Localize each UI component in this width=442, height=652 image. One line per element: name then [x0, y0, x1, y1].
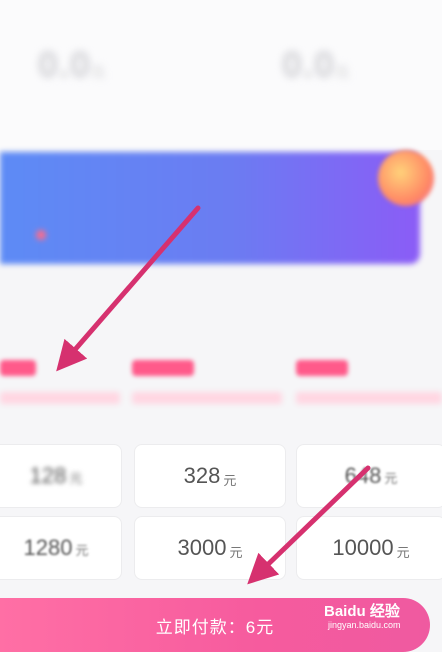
package-option[interactable] [0, 384, 120, 428]
baidu-jingyan-watermark: Baidu 经验 jingyan.baidu.com [322, 598, 442, 638]
package-badge [0, 360, 36, 376]
stat-value: 0.0 [282, 44, 336, 85]
amount-value: 128 [29, 463, 67, 488]
amount-unit: 元 [229, 544, 243, 560]
balance-stat-right: 0.0元 [282, 36, 350, 86]
amount-option-10000[interactable]: 10000 元 [296, 516, 442, 580]
amount-unit: 元 [384, 471, 398, 486]
amount-value: 3000 [177, 535, 227, 560]
amount-value: 10000 [332, 535, 394, 560]
stat-unit: 元 [335, 64, 351, 80]
amount-unit: 元 [223, 472, 237, 488]
amount-option-648[interactable]: 648 元 [296, 444, 442, 508]
amount-option-3000[interactable]: 3000 元 [134, 516, 286, 580]
package-note [132, 392, 282, 404]
pay-now-label: 立即付款：6元 [155, 617, 275, 637]
amount-value: 1280 [23, 535, 73, 560]
stat-unit: 元 [91, 64, 107, 80]
amount-option-128[interactable]: 128 元 [0, 444, 122, 508]
package-note [296, 392, 442, 404]
banner-ball-icon [378, 150, 434, 206]
amount-option-328[interactable]: 328 元 [134, 444, 286, 508]
banner-dot-icon [36, 230, 46, 240]
amount-value: 328 [183, 463, 221, 488]
package-badge [296, 360, 348, 376]
stat-value: 0.0 [38, 44, 92, 85]
package-option[interactable] [132, 384, 282, 428]
amount-unit: 元 [75, 543, 89, 558]
amount-unit: 元 [69, 471, 83, 486]
amount-option-1280[interactable]: 1280 元 [0, 516, 122, 580]
balance-card: 0.0元 0.0元 [0, 0, 442, 150]
amount-value: 648 [344, 463, 382, 488]
package-badge [132, 360, 194, 376]
promo-banner[interactable] [0, 152, 420, 264]
package-option[interactable] [296, 384, 442, 428]
amount-unit: 元 [396, 544, 410, 560]
watermark-brand: Baidu 经验 [324, 603, 400, 620]
watermark-url: jingyan.baidu.com [328, 620, 401, 630]
package-note [0, 392, 120, 404]
balance-stat-left: 0.0元 [38, 36, 106, 86]
